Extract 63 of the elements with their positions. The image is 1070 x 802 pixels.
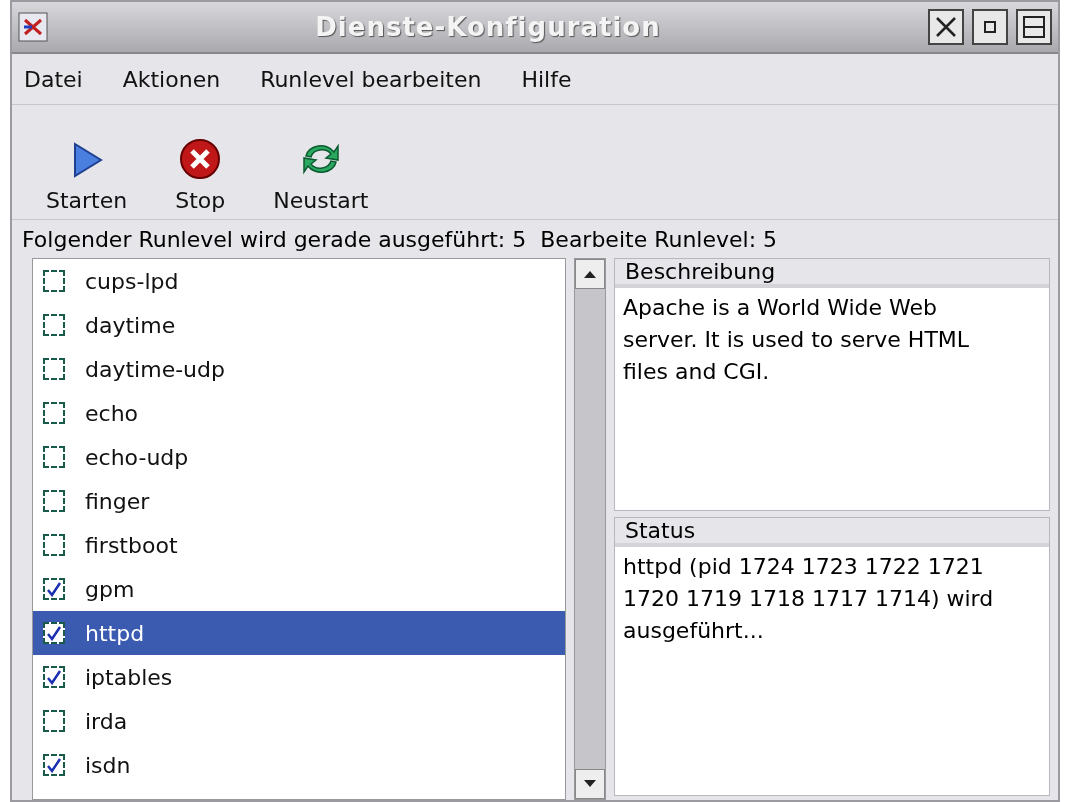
- minimize-icon: [984, 21, 996, 33]
- service-name: daytime: [85, 312, 176, 338]
- checkbox[interactable]: [43, 578, 65, 600]
- scrollbar[interactable]: [574, 258, 606, 800]
- service-name: httpd: [85, 620, 145, 646]
- service-item[interactable]: iptables: [33, 655, 565, 699]
- service-name: finger: [85, 488, 150, 514]
- toolbar-button[interactable]: Starten: [42, 140, 132, 213]
- down-arrow-icon: [583, 779, 597, 789]
- service-name: irda: [85, 708, 128, 734]
- service-name: isdn: [85, 752, 131, 778]
- service-item[interactable]: firstboot: [33, 523, 565, 567]
- service-name: echo-udp: [85, 444, 189, 470]
- checkbox[interactable]: [43, 710, 65, 732]
- window-title: Dienste-Konfiguration: [314, 12, 662, 42]
- app-icon: [18, 12, 48, 42]
- service-name: firstboot: [85, 532, 178, 558]
- status-text: httpd (pid 1724 1723 1722 1721 1720 1719 1718 1717 1714) wird ausgeführt...: [622, 553, 995, 646]
- scroll-up-button[interactable]: [575, 259, 605, 289]
- service-item[interactable]: daytime-udp: [33, 347, 565, 391]
- checkbox[interactable]: [43, 666, 65, 688]
- menu-item[interactable]: Aktionen: [122, 66, 221, 92]
- service-item[interactable]: daytime: [33, 303, 565, 347]
- service-item[interactable]: irda: [33, 699, 565, 743]
- service-name: iptables: [85, 664, 173, 690]
- service-name: gpm: [85, 576, 135, 602]
- checkbox[interactable]: [43, 534, 65, 556]
- close-icon: [934, 15, 958, 39]
- checkbox[interactable]: [43, 446, 65, 468]
- maximize-icon: [1022, 15, 1046, 39]
- service-name: echo: [85, 400, 139, 426]
- scroll-down-button[interactable]: [575, 769, 605, 799]
- checkbox[interactable]: [43, 754, 65, 776]
- description-text: Apache is a World Wide Web server. It is used to serve HTML files and CGI.: [622, 294, 971, 386]
- stop-icon: [179, 138, 222, 180]
- minimize-button[interactable]: [972, 9, 1008, 45]
- service-name: cups-lpd: [85, 268, 179, 294]
- service-item[interactable]: finger: [33, 479, 565, 523]
- edit-runlevel-label: Bearbeite Runlevel: 5: [540, 226, 778, 252]
- checkbox[interactable]: [43, 622, 65, 644]
- menu-item[interactable]: Datei: [24, 66, 83, 92]
- current-runlevel-label: Folgender Runlevel wird gerade ausgeführt: 5: [22, 226, 527, 252]
- service-item[interactable]: isdn: [33, 743, 565, 787]
- service-item[interactable]: echo: [33, 391, 565, 435]
- checkbox[interactable]: [43, 402, 65, 424]
- service-item[interactable]: httpd: [33, 611, 565, 655]
- close-button[interactable]: [928, 9, 964, 45]
- checkbox[interactable]: [43, 314, 65, 336]
- service-name: daytime-udp: [85, 356, 225, 382]
- panel-title: Beschreibung: [615, 259, 1049, 288]
- service-item[interactable]: cups-lpd: [33, 259, 565, 303]
- service-item[interactable]: echo-udp: [33, 435, 565, 479]
- maximize-button[interactable]: [1016, 9, 1052, 45]
- panel-title: Status: [615, 518, 1049, 548]
- menu-item[interactable]: Runlevel bearbeiten: [260, 66, 482, 92]
- menu-item[interactable]: Hilfe: [521, 66, 572, 92]
- toolbar-button[interactable]: Neustart: [269, 138, 373, 213]
- checkbox[interactable]: [43, 358, 65, 380]
- toolbar-button[interactable]: Stop: [171, 138, 230, 213]
- up-arrow-icon: [583, 269, 597, 279]
- checkbox[interactable]: [43, 490, 65, 512]
- checkbox[interactable]: [43, 270, 65, 292]
- service-item[interactable]: gpm: [33, 567, 565, 611]
